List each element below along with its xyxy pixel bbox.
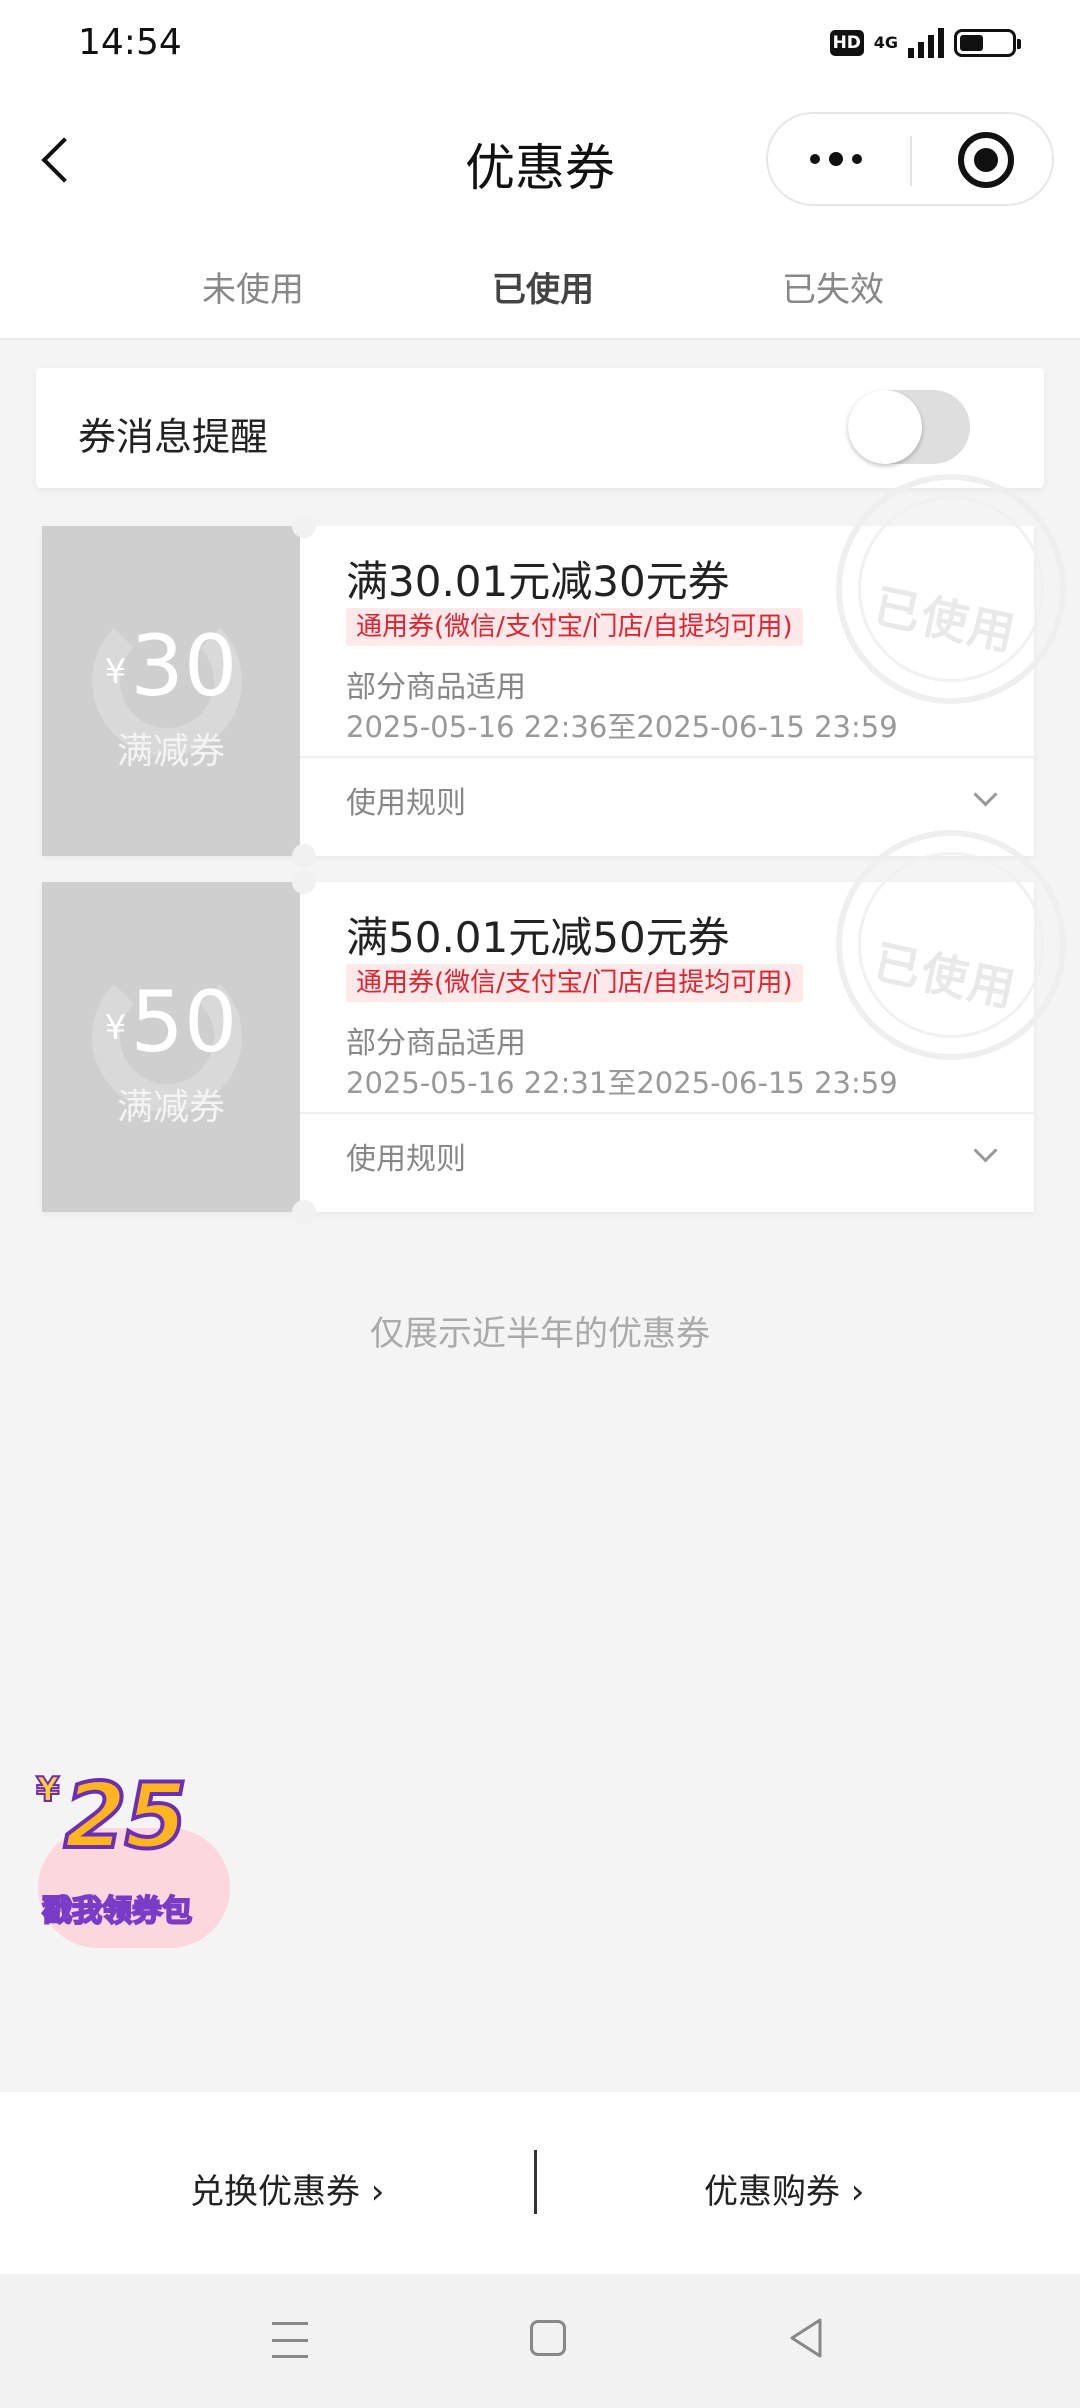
promo-currency: ¥ bbox=[35, 1769, 61, 1811]
coupon-tag: 通用券(微信/支付宝/门店/自提均可用) bbox=[346, 608, 803, 646]
notch-top bbox=[292, 514, 316, 538]
coupon-scope: 部分商品适用 bbox=[346, 1026, 526, 1061]
notch-bottom bbox=[292, 844, 316, 868]
coupon-reminder-card: 券消息提醒 bbox=[36, 368, 1044, 488]
target-icon[interactable] bbox=[958, 132, 1014, 188]
system-nav-bar bbox=[0, 2274, 1080, 2408]
chevron-down-icon[interactable] bbox=[973, 1138, 998, 1163]
status-icons: HD 4G bbox=[829, 28, 1021, 58]
divider bbox=[300, 756, 1034, 758]
coupon-tag: 通用券(微信/支付宝/门店/自提均可用) bbox=[346, 964, 803, 1002]
notch-bottom bbox=[292, 1200, 316, 1224]
coupon-type: 满减券 bbox=[116, 731, 225, 772]
promo-text: 戳我领券包 bbox=[41, 1893, 193, 1930]
promo-amount: 25 bbox=[62, 1762, 189, 1871]
battery-icon bbox=[954, 29, 1021, 57]
tab-unused[interactable]: 未使用 bbox=[202, 262, 304, 311]
used-stamp: 已使用 bbox=[836, 474, 1066, 704]
coupon-scope: 部分商品适用 bbox=[346, 670, 526, 705]
coupon-card[interactable]: ¥30 满减券 已使用 满30.01元减30元券 通用券(微信/支付宝/门店/自… bbox=[42, 474, 1066, 868]
coupon-value-panel: ¥30 满减券 bbox=[42, 526, 300, 856]
usage-rules-toggle[interactable]: 使用规则 bbox=[346, 778, 466, 822]
used-stamp: 已使用 bbox=[836, 830, 1066, 1060]
tab-expired[interactable]: 已失效 bbox=[782, 262, 884, 311]
reminder-label: 券消息提醒 bbox=[78, 415, 269, 459]
more-dots-icon[interactable] bbox=[810, 144, 890, 174]
coupon-amount: 50 bbox=[130, 973, 238, 1071]
buy-coupon-button[interactable]: 优惠购券 › bbox=[704, 2164, 864, 2213]
signal-icon bbox=[908, 28, 944, 58]
toggle-knob bbox=[848, 390, 922, 464]
status-time: 14:54 bbox=[78, 22, 182, 63]
coupon-amount: 30 bbox=[130, 617, 238, 715]
coupon-name: 满30.01元减30元券 bbox=[346, 557, 730, 606]
divider bbox=[300, 1112, 1034, 1114]
chevron-down-icon[interactable] bbox=[973, 782, 998, 807]
redeem-coupon-button[interactable]: 兑换优惠券 › bbox=[190, 2164, 384, 2213]
hd-icon: HD bbox=[829, 30, 864, 56]
menu-icon[interactable] bbox=[272, 2322, 308, 2358]
history-footnote: 仅展示近半年的优惠券 bbox=[370, 1314, 710, 1354]
capsule-divider bbox=[910, 136, 912, 186]
tab-used[interactable]: 已使用 bbox=[492, 262, 594, 311]
coupon-card[interactable]: ¥50 满减券 已使用 满50.01元减50元券 通用券(微信/支付宝/门店/自… bbox=[42, 830, 1066, 1224]
coupon-validity: 2025-05-16 22:36至2025-06-15 23:59 bbox=[346, 710, 898, 744]
coupon-type: 满减券 bbox=[116, 1087, 225, 1128]
usage-rules-toggle[interactable]: 使用规则 bbox=[346, 1134, 466, 1178]
notch-top bbox=[292, 870, 316, 894]
network-type: 4G bbox=[873, 33, 898, 52]
miniprogram-capsule bbox=[766, 112, 1054, 206]
coupon-validity: 2025-05-16 22:31至2025-06-15 23:59 bbox=[346, 1066, 898, 1100]
currency-symbol: ¥ bbox=[104, 1008, 127, 1048]
home-icon[interactable] bbox=[530, 2320, 566, 2356]
bottom-action-bar: 兑换优惠券 › 优惠购券 › bbox=[0, 2092, 1080, 2274]
coupon-name: 满50.01元减50元券 bbox=[346, 913, 730, 962]
coupon-value-panel: ¥50 满减券 bbox=[42, 882, 300, 1212]
currency-symbol: ¥ bbox=[104, 652, 127, 692]
reminder-toggle[interactable] bbox=[848, 390, 970, 464]
coupon-pack-promo[interactable]: ¥ 25 戳我领券包 bbox=[30, 1758, 230, 1958]
bottom-divider bbox=[534, 2150, 537, 2214]
